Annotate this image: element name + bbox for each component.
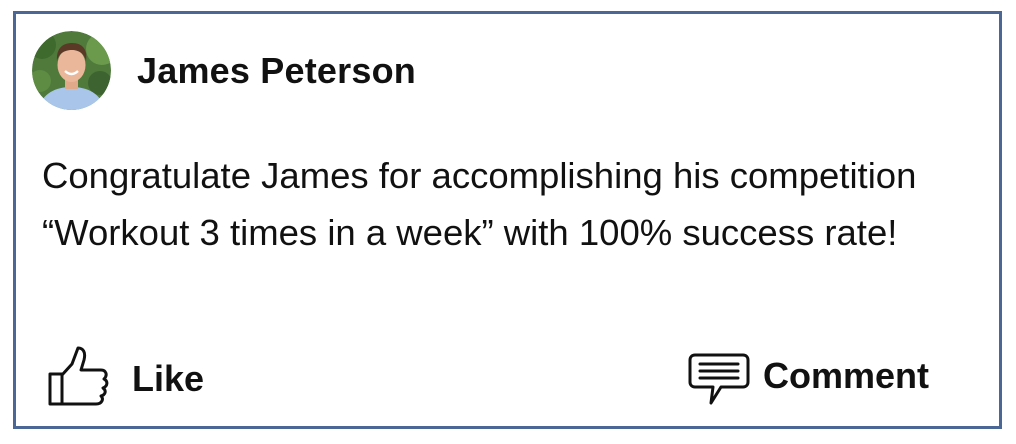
comment-label: Comment [763, 355, 930, 396]
like-button[interactable]: Like [46, 344, 204, 408]
like-label: Like [132, 358, 205, 399]
author-name[interactable]: James Peterson [137, 50, 416, 92]
post-card: James Peterson Congratulate James for ac… [13, 11, 1002, 429]
avatar[interactable] [32, 31, 111, 110]
post-header: James Peterson [32, 31, 416, 110]
thumbs-up-icon [48, 346, 109, 406]
comment-button[interactable]: Comment [687, 351, 929, 409]
post-message: Congratulate James for accomplishing his… [42, 155, 917, 253]
speech-bubble-icon [688, 353, 750, 405]
